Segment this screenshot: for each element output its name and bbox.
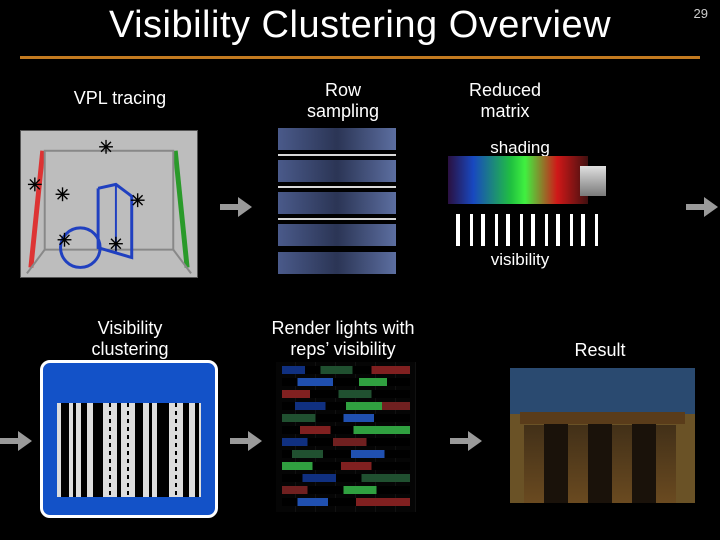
arrow-icon: [0, 430, 34, 452]
slide: 29 Visibility Clustering Overview VPL tr…: [0, 0, 720, 540]
slide-title: Visibility Clustering Overview: [0, 4, 720, 47]
label-visibility: visibility: [480, 250, 560, 270]
label-visibility-clustering: Visibilityclustering: [50, 318, 210, 359]
reduced-visibility-figure: [448, 214, 598, 246]
label-shading: shading: [480, 138, 560, 158]
arrow-icon: [686, 196, 720, 218]
reduced-shading-figure: [448, 156, 588, 204]
label-render-lights: Render lights withreps’ visibility: [238, 318, 448, 359]
label-result: Result: [560, 340, 640, 361]
row-sampling-figure: [272, 124, 402, 279]
label-row-sampling: Rowsampling: [288, 80, 398, 121]
label-reduced-matrix: Reducedmatrix: [450, 80, 560, 121]
arrow-icon: [230, 430, 264, 452]
title-rule: [20, 56, 700, 59]
result-figure: [510, 368, 695, 503]
vpl-tracing-figure: [20, 130, 198, 278]
label-vpl-tracing: VPL tracing: [55, 88, 185, 109]
visibility-clustering-figure: [40, 360, 218, 518]
render-lights-figure: [276, 362, 416, 512]
arrow-icon: [450, 430, 484, 452]
arrow-icon: [220, 196, 254, 218]
